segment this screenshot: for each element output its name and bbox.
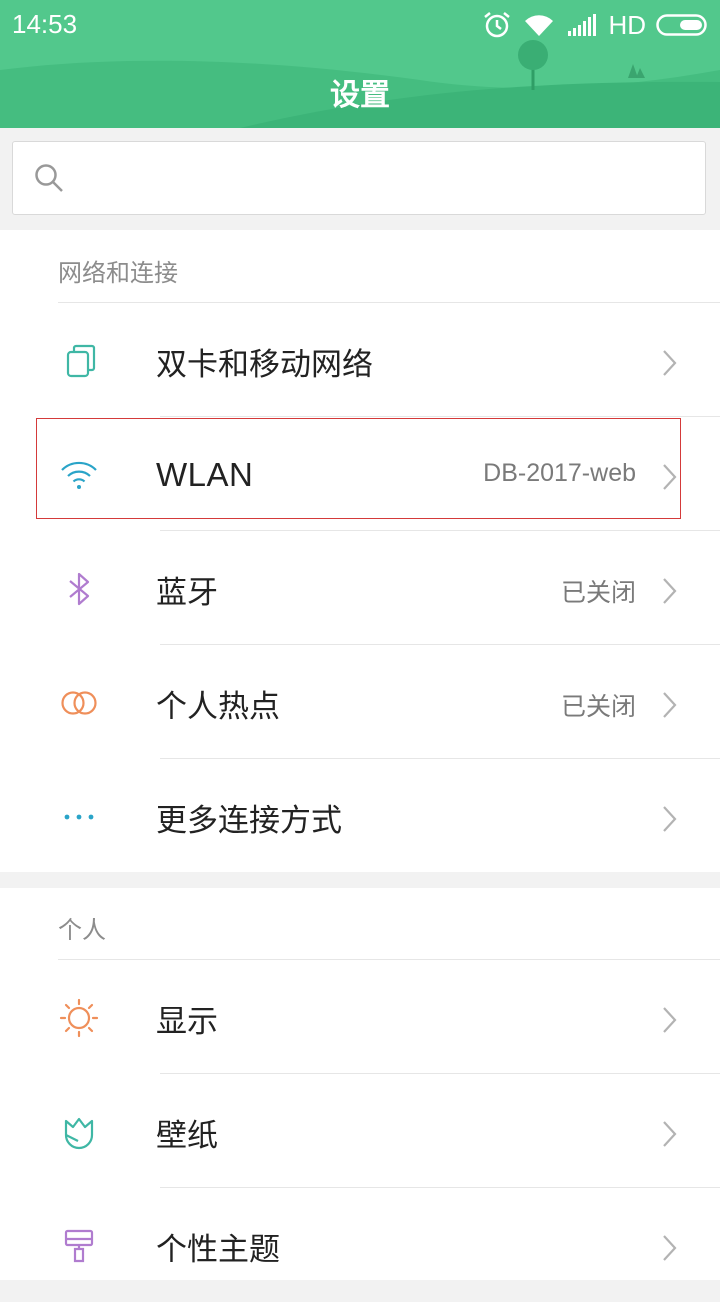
chevron-right-icon xyxy=(663,806,677,832)
section-title-network: 网络和连接 xyxy=(58,259,178,287)
network-type-label: HD xyxy=(608,9,646,40)
chevron-right-icon xyxy=(663,1121,677,1147)
wallpaper-icon xyxy=(64,1117,94,1150)
status-time: 14:53 xyxy=(12,9,78,39)
brightness-icon xyxy=(59,998,99,1038)
wifi-icon xyxy=(525,15,554,36)
status-bar: 14:53 HD xyxy=(0,0,720,50)
settings-item-label: 显示 xyxy=(156,1004,218,1040)
theme-brush-icon xyxy=(64,1229,94,1263)
settings-item-label: 壁纸 xyxy=(156,1118,218,1154)
signal-icon xyxy=(568,14,597,36)
settings-item-wlan[interactable]: WLAN DB-2017-web xyxy=(0,417,720,531)
alarm-icon xyxy=(484,12,511,38)
section-personal: 个人 显示 壁纸 个性主题 xyxy=(0,888,720,1280)
chevron-right-icon xyxy=(663,578,677,604)
settings-item-bluetooth[interactable]: 蓝牙 已关闭 xyxy=(0,531,720,645)
settings-item-label: 更多连接方式 xyxy=(156,803,342,839)
header-banner: 14:53 HD 设置 xyxy=(0,0,720,128)
chevron-right-icon xyxy=(663,350,677,376)
settings-item-display[interactable]: 显示 xyxy=(0,960,720,1074)
wlan-network-name: DB-2017-web xyxy=(483,459,636,487)
chevron-right-icon xyxy=(663,1007,677,1033)
settings-item-label: WLAN xyxy=(156,456,254,493)
more-dots-icon xyxy=(64,814,94,820)
search-input[interactable] xyxy=(12,141,706,215)
hotspot-icon xyxy=(61,691,97,715)
settings-item-dual-sim[interactable]: 双卡和移动网络 xyxy=(0,303,720,417)
settings-item-wallpaper[interactable]: 壁纸 xyxy=(0,1074,720,1188)
status-icons: HD xyxy=(482,8,710,42)
settings-item-more-connections[interactable]: 更多连接方式 xyxy=(0,759,720,873)
search-icon xyxy=(35,164,63,192)
chevron-right-icon xyxy=(663,1235,677,1261)
wifi-icon xyxy=(61,461,97,489)
section-title-personal: 个人 xyxy=(58,916,106,944)
settings-item-hotspot[interactable]: 个人热点 已关闭 xyxy=(0,645,720,759)
settings-item-label: 个人热点 xyxy=(156,689,280,725)
chevron-right-icon xyxy=(663,464,677,490)
settings-item-themes[interactable]: 个性主题 xyxy=(0,1188,720,1302)
hotspot-status: 已关闭 xyxy=(560,693,636,721)
section-network: 网络和连接 双卡和移动网络 WLAN DB-2017-web 蓝牙 已关闭 个人… xyxy=(0,230,720,872)
search-area xyxy=(0,128,720,228)
battery-icon xyxy=(656,14,707,36)
chevron-right-icon xyxy=(663,692,677,718)
settings-item-label: 蓝牙 xyxy=(156,575,218,611)
settings-item-label: 个性主题 xyxy=(156,1232,280,1268)
page-title: 设置 xyxy=(330,78,390,113)
bluetooth-icon xyxy=(69,572,90,606)
sim-cards-icon xyxy=(66,344,96,378)
settings-item-label: 双卡和移动网络 xyxy=(156,347,373,383)
bluetooth-status: 已关闭 xyxy=(560,579,636,607)
